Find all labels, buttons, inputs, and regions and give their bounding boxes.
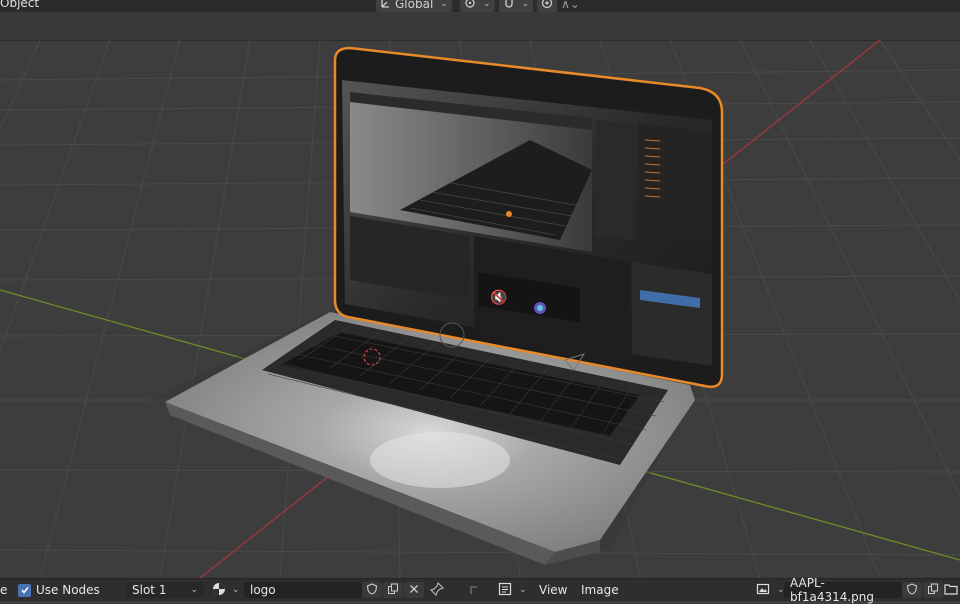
checkbox-checked-icon[interactable]	[18, 583, 31, 597]
svg-text:🔇: 🔇	[490, 289, 507, 306]
snap-icon	[503, 0, 515, 12]
fake-user-button[interactable]	[362, 582, 382, 598]
duplicate-button[interactable]	[383, 582, 403, 598]
image-duplicate-button[interactable]	[923, 582, 943, 598]
image-editor-icon	[498, 582, 512, 599]
snap-toggle[interactable]: ⌄	[498, 0, 534, 12]
editor-type-dropdown[interactable]: ⌄	[498, 582, 527, 598]
object-mode-dropdown[interactable]: Object	[0, 0, 39, 10]
chevron-down-icon: ⌄	[483, 0, 491, 9]
duplicate-icon	[927, 583, 939, 598]
duplicate-icon	[387, 583, 399, 598]
proportional-icon	[541, 0, 553, 12]
pivot-point-dropdown[interactable]: ⌄	[460, 0, 495, 12]
pivot-snap-group: ⌄ ⌄ ∧⌄	[460, 0, 580, 12]
use-nodes-toggle[interactable]: Use Nodes	[18, 582, 100, 598]
view-menu[interactable]: View	[539, 582, 567, 598]
image-fake-user-button[interactable]	[902, 582, 922, 598]
unlink-icon	[408, 583, 420, 598]
orientation-label: Global	[395, 0, 434, 11]
fake-user-icon	[906, 582, 918, 598]
orientation-icon	[380, 0, 392, 12]
image-browse-icon	[756, 582, 770, 599]
slot-separator-button[interactable]	[464, 582, 484, 598]
image-menu[interactable]: Image	[581, 582, 619, 598]
scene-render: 🔇	[0, 40, 960, 578]
material-slot-dropdown[interactable]: Slot 1 ⌄	[126, 582, 204, 598]
use-nodes-label: Use Nodes	[36, 583, 100, 597]
transform-orientation-group: Global ⌄	[376, 0, 452, 12]
folder-icon	[944, 582, 958, 598]
tool-icon	[468, 583, 480, 598]
transform-orientation-dropdown[interactable]: Global ⌄	[376, 0, 452, 12]
chevron-down-icon: ⌄	[521, 0, 530, 9]
unlink-button[interactable]	[404, 582, 424, 598]
image-editor-header: e Use Nodes Slot 1 ⌄ ⌄ logo ⌄ View Image…	[0, 576, 960, 604]
open-image-button[interactable]	[944, 582, 960, 598]
proportional-edit-toggle[interactable]	[537, 0, 558, 12]
viewport-header: Object Global ⌄ ⌄ ⌄ ∧⌄	[0, 0, 960, 12]
viewport-tool-header	[0, 12, 960, 41]
fake-user-icon	[366, 582, 378, 598]
pin-button[interactable]	[429, 581, 445, 599]
material-name: logo	[250, 583, 276, 597]
chevron-down-icon: ⌄	[440, 0, 448, 9]
pivot-icon	[464, 0, 476, 12]
chevron-down-icon: ⌄	[190, 585, 198, 595]
material-name-field[interactable]: logo	[244, 582, 362, 598]
material-browse[interactable]: ⌄	[212, 582, 240, 598]
chevron-down-icon: ⌄	[519, 585, 527, 595]
image-name-field[interactable]: AAPL-bf1a4314.png	[784, 576, 902, 604]
pin-icon	[429, 581, 445, 599]
browse-material-icon[interactable]	[212, 582, 226, 599]
slot-value: Slot 1	[132, 583, 167, 597]
truncated-label: e	[0, 583, 8, 597]
chevron-down-icon: ⌄	[232, 585, 240, 595]
image-browse[interactable]: ⌄	[756, 582, 785, 598]
3d-viewport[interactable]: 🔇	[0, 40, 960, 578]
falloff-icon[interactable]: ∧⌄	[561, 0, 580, 11]
